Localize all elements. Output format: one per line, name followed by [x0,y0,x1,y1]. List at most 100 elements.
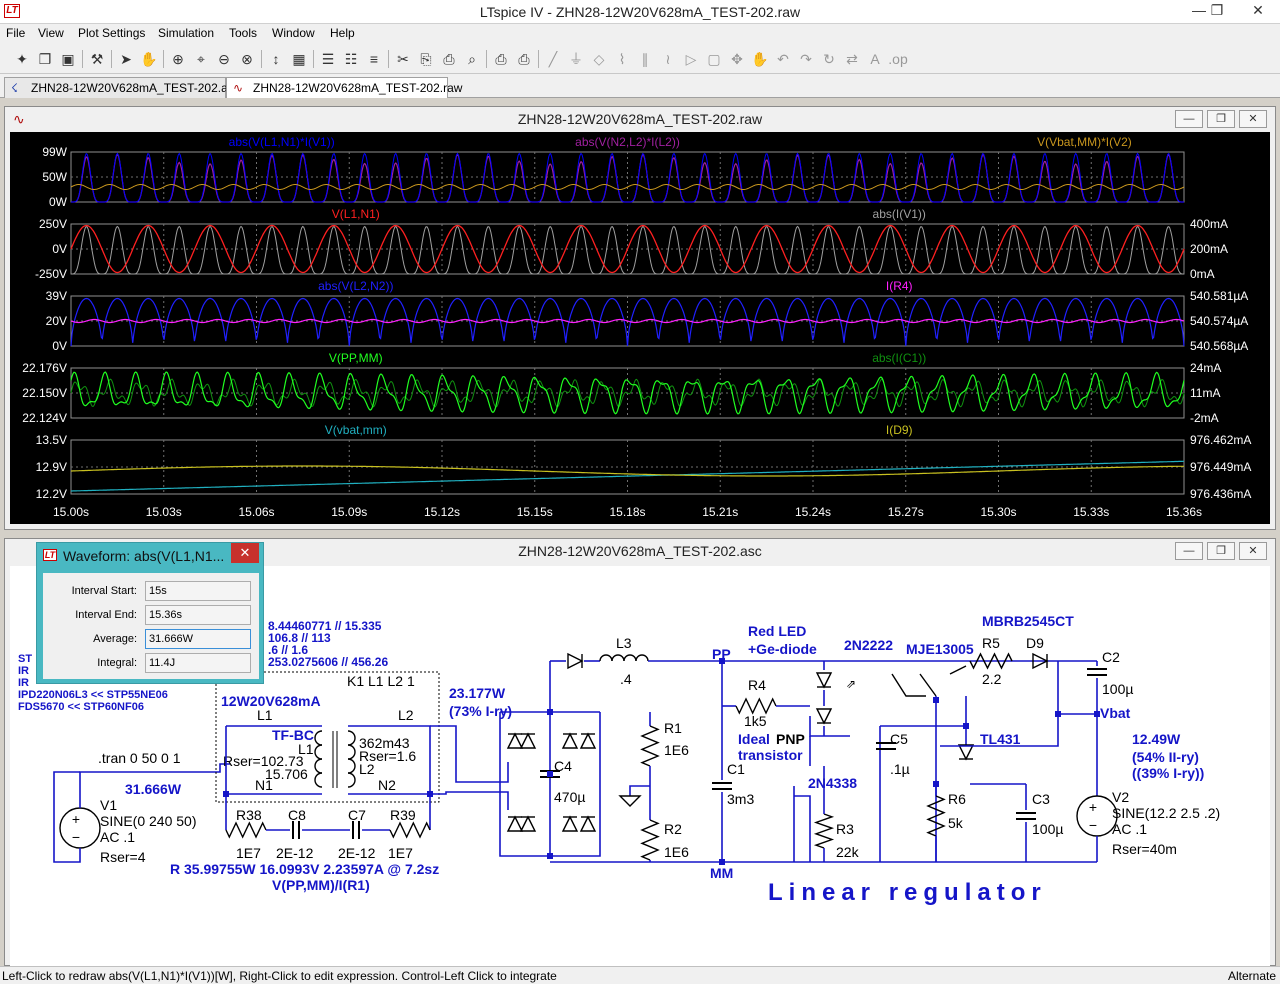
menu-plot-settings[interactable]: Plot Settings [78,26,145,40]
left-tick-label: -250V [35,267,67,281]
close-button[interactable]: ✕ [1236,0,1280,22]
new-schematic-icon[interactable]: ✦ [12,49,32,69]
waveform-restore-button[interactable]: ❐ [1207,110,1235,128]
cut-icon[interactable]: ✂ [393,49,413,69]
bridge-diode-3[interactable] [561,732,579,749]
spice-directive-icon[interactable]: .op [888,49,908,69]
tile-vertical-icon[interactable]: ≡ [364,49,384,69]
l3-series-diode[interactable] [567,652,584,670]
r1-resistor[interactable] [640,725,660,767]
x-tick-label: 15.33s [1073,505,1109,519]
bridge-diode-2[interactable] [519,732,537,749]
open-icon[interactable]: ❐ [35,49,55,69]
restore-button[interactable]: ❐ [1202,0,1232,22]
autorange-icon[interactable]: ↕ [266,49,286,69]
menu-window[interactable]: Window [272,26,315,40]
component-icon[interactable]: ▢ [704,49,724,69]
r4-resistor[interactable] [735,697,777,715]
zoom-cancel-icon[interactable]: ⊗ [237,49,257,69]
bridge-diode-6[interactable] [519,815,537,832]
menu-help[interactable]: Help [330,26,355,40]
grid-icon[interactable]: ▦ [289,49,309,69]
darlington-transistors[interactable] [891,673,937,697]
rotate-icon[interactable]: ↻ [819,49,839,69]
bridge-diode-5[interactable] [506,815,524,832]
paste-icon[interactable]: ⎙ [439,49,459,69]
bridge-diode-8[interactable] [579,815,597,832]
red-led-diode[interactable] [815,672,833,689]
mirror-icon[interactable]: ⇄ [842,49,862,69]
ground-icon[interactable]: ⏚ [566,49,586,69]
interval-end-field[interactable]: 15.36s [145,605,251,625]
n2-node-label: N2 [378,777,396,793]
cascade-icon[interactable]: ☷ [341,49,361,69]
tl431-shunt[interactable] [957,744,975,761]
zoom-pan-icon[interactable]: ⌖ [191,49,211,69]
wire-sec-bottom [430,791,509,810]
trace-label: I(D9) [886,423,913,437]
average-field[interactable]: 31.666W [145,629,251,649]
menu-view[interactable]: View [38,26,64,40]
v1-ac-spec: AC .1 [100,829,135,845]
halt-icon[interactable]: ✋ [139,49,159,69]
tab-waveform[interactable]: ∿ ZHN28-12W20V628mA_TEST-202.raw [226,77,462,98]
ge-diode[interactable] [815,708,833,725]
run-icon[interactable]: ➤ [116,49,136,69]
dialog-close-button[interactable]: ✕ [231,543,259,563]
capacitor-icon[interactable]: ∥ [635,49,655,69]
schematic-minimize-button[interactable]: — [1175,542,1203,560]
c2-label: C2 [1102,649,1120,665]
waveform-plot-area[interactable]: 99W 50W 0W abs(V(L1,N1)*I(V1)) abs(V(N2,L2)*… [10,132,1270,524]
l3-coil-turn [611,654,625,662]
save-icon[interactable]: ▣ [58,49,78,69]
diode-triangle [519,732,537,749]
ltspice-app: LT LTspice IV - ZHN28-12W20V628mA_TEST-2… [0,0,1280,984]
wire-icon[interactable]: ╱ [543,49,563,69]
interval-start-field[interactable]: 15s [145,581,251,601]
c7-value: 2E-12 [338,845,376,861]
r38-resistor[interactable] [225,821,267,839]
tile-horizontal-icon[interactable]: ☰ [318,49,338,69]
print-preview-icon[interactable]: ⎙ [491,49,511,69]
integral-field[interactable]: 11.4J [145,653,251,673]
menu-tools[interactable]: Tools [229,26,257,40]
r6-resistor[interactable] [926,795,946,837]
zoom-out-icon[interactable]: ⊖ [214,49,234,69]
right-tick-label: 976.449mA [1190,460,1251,474]
diode-triangle [561,815,579,832]
r5-label: R5 [982,635,1000,651]
x-tick-label: 15.09s [331,505,367,519]
tab-schematic[interactable]: ☇ ZHN28-12W20V628mA_TEST-202.asc [4,77,240,98]
text-icon[interactable]: A [865,49,885,69]
diode-icon[interactable]: ▷ [681,49,701,69]
secondary-power-label: 23.177W [449,685,506,701]
find-icon[interactable]: ⌕ [462,49,482,69]
r39-resistor[interactable] [389,821,431,839]
menu-simulation[interactable]: Simulation [158,26,214,40]
zoom-in-icon[interactable]: ⊕ [168,49,188,69]
label-icon[interactable]: ◇ [589,49,609,69]
bridge-diode-7[interactable] [561,815,579,832]
resistor-icon[interactable]: ⌇ [612,49,632,69]
waveform-minimize-button[interactable]: — [1175,110,1203,128]
menu-file[interactable]: File [6,26,25,40]
bridge-diode-4[interactable] [579,732,597,749]
r3-resistor[interactable] [813,813,835,849]
right-tick-label: 540.568µA [1190,339,1248,353]
undo-icon[interactable]: ↶ [773,49,793,69]
redo-icon[interactable]: ↷ [796,49,816,69]
schematic-restore-button[interactable]: ❐ [1207,542,1235,560]
r2-resistor[interactable] [640,819,660,861]
c4-value: 470µ [554,789,585,805]
print-icon[interactable]: ⎙ [514,49,534,69]
copy-icon[interactable]: ⎘ [416,49,436,69]
bridge-diode-1[interactable] [506,732,524,749]
control-panel-icon[interactable]: ⚒ [87,49,107,69]
inductor-icon[interactable]: ≀ [658,49,678,69]
r5-resistor[interactable] [969,652,1013,670]
schematic-close-button[interactable]: ✕ [1239,542,1267,560]
waveform-close-button[interactable]: ✕ [1239,110,1267,128]
move-icon[interactable]: ✥ [727,49,747,69]
drag-icon[interactable]: ✋ [750,49,770,69]
waveform-plot-svg[interactable]: 99W 50W 0W abs(V(L1,N1)*I(V1)) abs(V(N2,L2)*… [10,132,1270,524]
